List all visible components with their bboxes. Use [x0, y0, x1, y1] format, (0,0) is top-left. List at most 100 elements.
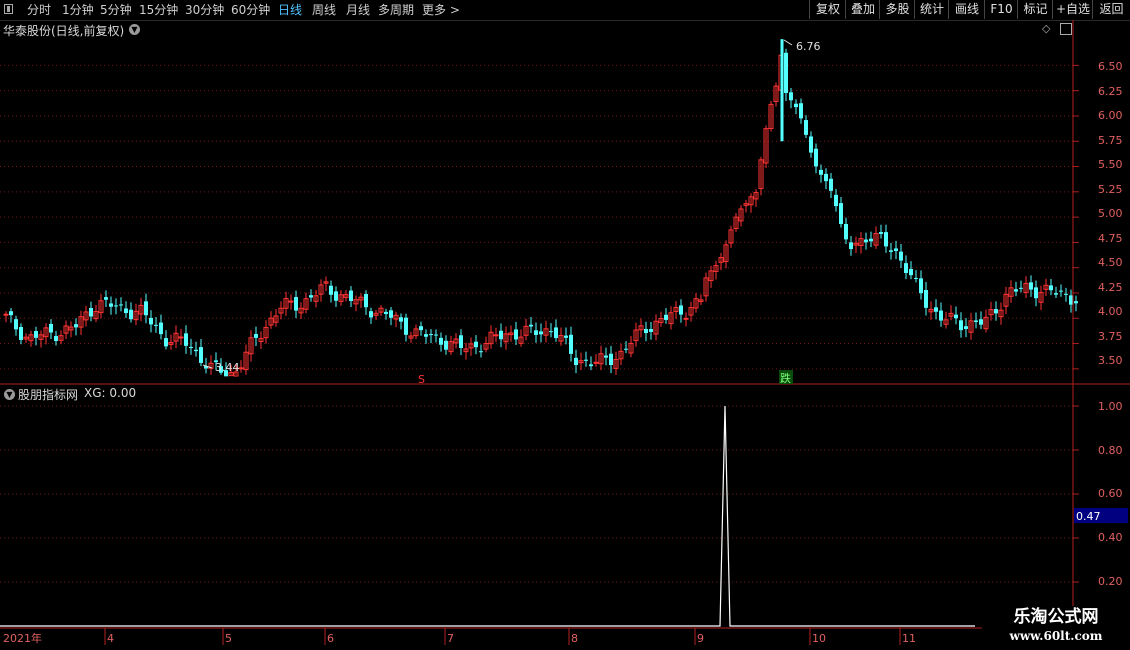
candle-body-down [434, 334, 438, 336]
candle-body-down [254, 334, 258, 338]
candle-body-down [979, 319, 983, 325]
candle-body-down [439, 337, 443, 345]
candle-body-down [529, 324, 533, 327]
candle-body-down [429, 334, 433, 336]
candle-body-down [884, 232, 888, 247]
candle-body-down [1049, 285, 1053, 291]
candle-body-down [164, 338, 168, 347]
candle-body-down [914, 277, 918, 279]
signal-drop-label: 跌 [780, 371, 791, 385]
candle-body-down [1054, 293, 1058, 295]
candle-body-down [664, 314, 668, 320]
price-tick: 5.00 [1098, 207, 1123, 220]
price-tick: 6.25 [1098, 85, 1123, 98]
candle-body-up [593, 361, 599, 364]
price-tick: 4.50 [1098, 256, 1123, 269]
candle-body-down [1019, 287, 1023, 289]
candle-body-down [1074, 301, 1078, 304]
candle-body-down [154, 324, 158, 326]
candle-body-down [1059, 290, 1063, 292]
candle-body-down [679, 305, 683, 315]
indicator-tick: 0.20 [1098, 575, 1123, 588]
candle-body-down [809, 136, 813, 153]
watermark-title: 乐淘公式网 [1013, 607, 1099, 627]
candle-body-down [799, 103, 803, 119]
date-label: 2021年 [3, 631, 42, 645]
candle-body-down [604, 355, 608, 358]
candle-body-down [444, 340, 448, 350]
candle-body-down [644, 328, 648, 334]
candle-body-down [424, 334, 428, 337]
candle-body-down [589, 364, 593, 367]
candle-body-down [939, 310, 943, 321]
candle-body-down [959, 320, 963, 331]
indicator-tick: 0.80 [1098, 444, 1123, 457]
candle-body-down [114, 305, 118, 307]
candles [3, 48, 1078, 377]
price-tick: 5.25 [1098, 183, 1123, 196]
indicator-tick: 0.40 [1098, 531, 1123, 544]
price-tick: 3.50 [1098, 354, 1123, 367]
candle-body-down [964, 326, 968, 329]
candle-body-down [9, 311, 13, 316]
candle-body-down [909, 268, 913, 276]
high-price-label: 6.76 [796, 40, 821, 53]
candle-body-down [194, 349, 198, 352]
candle-body-down [499, 330, 503, 340]
candle-body-down [554, 327, 558, 339]
candle-body-down [514, 329, 518, 340]
candle-body-down [624, 348, 628, 350]
candle-body-down [869, 238, 873, 242]
candle-body-down [649, 329, 653, 332]
low-price-label: 3.44 [215, 361, 240, 374]
candle-body-down [419, 326, 423, 331]
candle-body-down [864, 239, 868, 243]
candle-body-down [1029, 282, 1033, 290]
candle-body-down [919, 278, 923, 294]
date-label: 8 [571, 632, 578, 645]
current-value-label: 0.47 [1076, 510, 1101, 523]
candle-body-down [19, 327, 23, 340]
candle-body-down [329, 285, 333, 295]
price-tick: 6.50 [1098, 60, 1123, 73]
date-label: 6 [327, 632, 334, 645]
candle-body-down [889, 250, 893, 252]
chart-svg: 6.50 6.25 6.00 5.75 5.50 5.25 5.00 4.75 … [0, 20, 1130, 645]
date-label: 10 [812, 632, 826, 645]
high-arrow [783, 39, 793, 46]
candle-body-down [369, 311, 373, 318]
candle-body-down [144, 301, 148, 316]
candle-body-down [349, 290, 353, 301]
candle-body-up [3, 313, 9, 316]
candle-body-down [904, 263, 908, 273]
candle-body-down [849, 242, 853, 250]
candle-body-down [474, 341, 478, 348]
price-tick: 4.00 [1098, 305, 1123, 318]
candle-body-down [899, 251, 903, 261]
price-tick: 4.25 [1098, 281, 1123, 294]
candle-body-down [784, 52, 788, 94]
candle-body-down [149, 317, 153, 325]
candle-body-down [294, 297, 298, 311]
candle-body-down [124, 308, 128, 314]
candle-body-up [238, 367, 244, 370]
date-label: 7 [447, 632, 454, 645]
candle-body-down [534, 330, 538, 335]
candle-body-down [384, 311, 388, 315]
price-tick: 6.00 [1098, 109, 1123, 122]
candle-body-up [493, 334, 499, 337]
candle-body-down [1069, 295, 1073, 305]
candle-body-down [404, 317, 408, 335]
watermark: 乐淘公式网 www.60lt.com [982, 606, 1130, 650]
candle-body-down [389, 310, 393, 318]
indicator-tick: 1.00 [1098, 400, 1123, 413]
candle-body-down [399, 317, 403, 322]
candle-body-down [1014, 289, 1018, 292]
candle-body-down [569, 334, 573, 354]
candle-body-down [109, 303, 113, 307]
price-tick: 3.75 [1098, 330, 1123, 343]
candle-body-down [804, 120, 808, 135]
candle-body-down [564, 335, 568, 338]
candle-body-down [89, 307, 93, 317]
candle-body-down [479, 351, 483, 353]
